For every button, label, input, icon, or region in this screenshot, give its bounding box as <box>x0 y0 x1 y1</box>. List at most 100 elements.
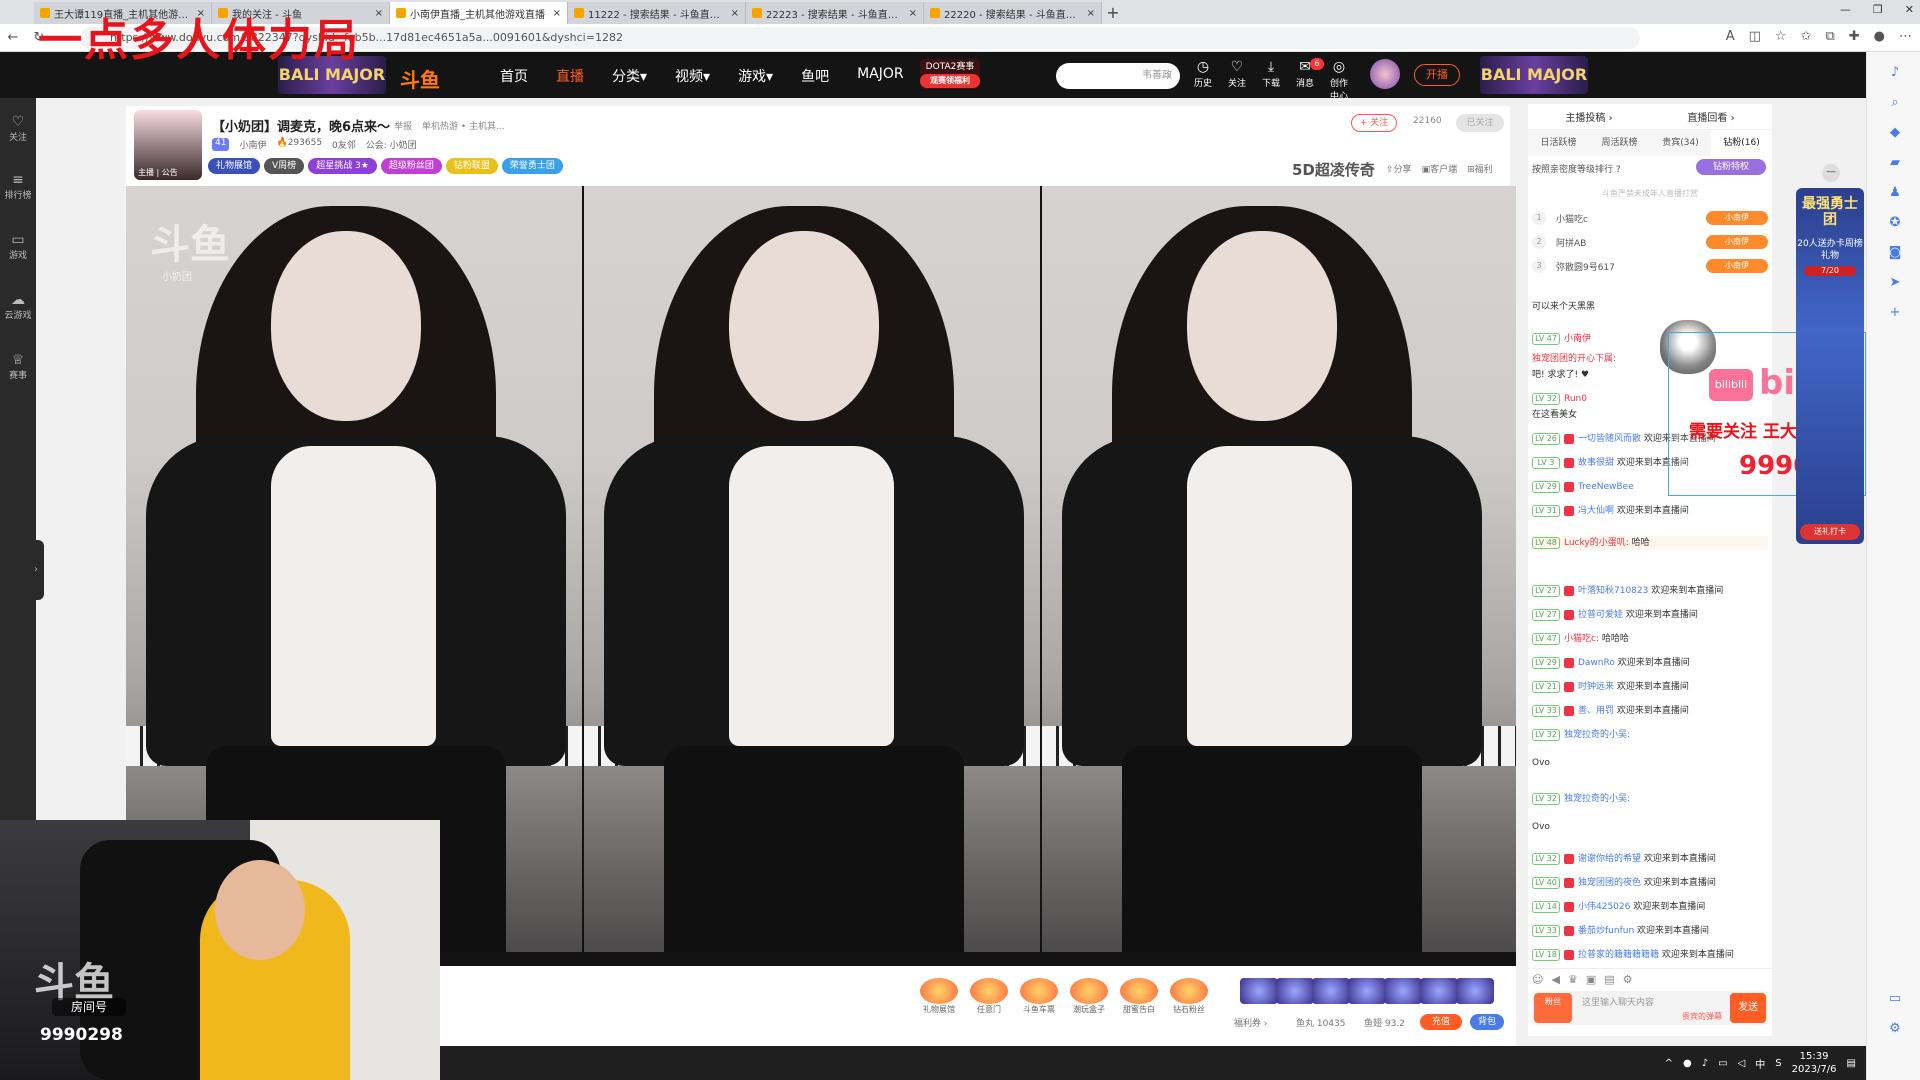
honor-warrior-badge[interactable]: 荣誉勇士团 <box>501 158 563 174</box>
close-icon[interactable]: × <box>553 8 561 19</box>
browser-tab-4[interactable]: 11222 - 搜索结果 - 斗鱼直播 - 斗鱼× <box>568 2 746 24</box>
gift-sweet-confession[interactable]: 甜蜜告白 <box>1120 978 1158 1015</box>
emoji-icon[interactable]: ☺ <box>1532 973 1543 986</box>
horn-icon[interactable]: ◀ <box>1551 973 1559 986</box>
gift-diamond-fan[interactable]: 钻石粉丝 <box>1170 978 1208 1015</box>
warrior-group-panel[interactable]: 最强勇士团 20人送办卡周榜礼物 7/20 送礼打卡 <box>1796 188 1864 544</box>
follow-button[interactable]: ♡ 关注 <box>1226 58 1248 102</box>
browser-tab-5[interactable]: 22223 - 搜索结果 - 斗鱼直播 - 斗鱼× <box>746 2 924 24</box>
profile-icon[interactable]: ● <box>1874 29 1885 44</box>
fan-badge[interactable]: 粉丝 <box>1534 993 1572 1023</box>
close-icon[interactable]: × <box>1087 8 1095 19</box>
nav-video[interactable]: 视频▾ <box>675 66 710 86</box>
taskbar-clock[interactable]: 15:39 2023/7/6 <box>1792 1050 1837 1076</box>
gear-icon[interactable]: ⚙ <box>1887 1022 1903 1036</box>
download-button[interactable]: ⤓ 下载 <box>1260 58 1282 102</box>
app-tray-icon[interactable]: ● <box>1683 1058 1692 1069</box>
user-avatar[interactable] <box>1370 59 1400 89</box>
input-method-icon[interactable]: S <box>1775 1058 1781 1069</box>
split-view-icon[interactable]: ◫ <box>1749 29 1761 44</box>
diamond-fan-badge[interactable]: 钻粉联盟 <box>445 158 498 174</box>
gift-item[interactable] <box>1420 978 1458 1004</box>
superstar-badge[interactable]: 超星挑战 3★ <box>308 158 377 174</box>
collections-icon[interactable]: ⧉ <box>1825 29 1834 44</box>
network-icon[interactable]: ▭ <box>1718 1058 1727 1069</box>
add-icon[interactable]: + <box>1887 306 1903 320</box>
nav-game[interactable]: 游戏▾ <box>738 66 773 86</box>
mic-icon[interactable]: ♪ <box>1702 1058 1708 1069</box>
color-icon[interactable]: ▤ <box>1604 973 1614 986</box>
browser-tab-6[interactable]: 22220 - 搜索结果 - 斗鱼直播 - 斗鱼× <box>924 2 1102 24</box>
report-link[interactable]: 举报 <box>394 119 412 132</box>
gift-item[interactable] <box>1384 978 1422 1004</box>
gift-item[interactable] <box>1276 978 1314 1004</box>
outlook-icon[interactable]: ◙ <box>1887 246 1903 260</box>
fan-club-badge[interactable]: 超级粉丝团 <box>380 158 442 174</box>
sidebar-item-cloud-game[interactable]: ☁ 云游戏 <box>0 292 36 321</box>
v-weekly-badge[interactable]: V周榜 <box>264 158 305 174</box>
room-category[interactable]: 单机热游 • 主机其... <box>422 119 505 132</box>
recharge-button[interactable]: 充值 <box>1420 1014 1462 1030</box>
minimize-icon[interactable]: — <box>1840 3 1851 16</box>
close-window-icon[interactable]: ✕ <box>1905 3 1914 16</box>
read-aloud-icon[interactable]: A <box>1726 29 1735 44</box>
gift-item[interactable] <box>1348 978 1386 1004</box>
send-gift-checkin-button[interactable]: 送礼打卡 <box>1800 524 1860 540</box>
maximize-icon[interactable]: ❐ <box>1873 3 1883 16</box>
client-button[interactable]: ▣客户端 <box>1422 162 1458 175</box>
gift-item[interactable] <box>1240 978 1278 1004</box>
extensions-icon[interactable]: ✚ <box>1849 29 1860 44</box>
nav-major[interactable]: MAJOR <box>857 66 904 86</box>
ime-language[interactable]: 中 <box>1755 1056 1765 1071</box>
tab-vip[interactable]: 贵宾(34) <box>1650 130 1711 156</box>
rank-row[interactable]: 2 阿拼AB 小南伊 <box>1532 232 1768 252</box>
send-icon[interactable]: ➤ <box>1887 276 1903 290</box>
send-button[interactable]: 发送 <box>1730 993 1766 1023</box>
close-icon[interactable]: × <box>909 8 917 19</box>
dota-event-button[interactable]: DOTA2赛事 观赛领福利 <box>920 59 980 89</box>
games-icon[interactable]: ✪ <box>1887 216 1903 230</box>
bell-icon[interactable]: ♪ <box>1887 66 1903 80</box>
douyu-logo[interactable]: 斗鱼 <box>400 64 440 93</box>
gift-item[interactable] <box>1312 978 1350 1004</box>
tab-weekly-active[interactable]: 周活跃榜 <box>1589 130 1650 156</box>
collapse-icon[interactable]: − <box>1822 164 1840 182</box>
chevron-up-icon[interactable]: ^ <box>1665 1058 1673 1069</box>
followed-button[interactable]: 已关注 <box>1456 114 1504 132</box>
sidebar-item-events[interactable]: ♕ 赛事 <box>0 352 36 381</box>
tab-daily-active[interactable]: 日活跃榜 <box>1528 130 1589 156</box>
favorite-star-icon[interactable]: ☆ <box>1775 29 1787 44</box>
chat-input[interactable]: 粉丝 这里输入聊天内容 贵宾的弹幕 发送 <box>1532 991 1768 1025</box>
nav-category[interactable]: 分类▾ <box>612 66 647 86</box>
room-guild[interactable]: 公会: 小奶团 <box>366 138 417 151</box>
fan-card-icon[interactable]: ♛ <box>1568 973 1578 986</box>
streamer-avatar[interactable]: 主播 | 公告 <box>134 110 202 180</box>
person-icon[interactable]: ♟ <box>1887 186 1903 200</box>
creator-center-button[interactable]: ◎ 创作中心 <box>1328 58 1350 102</box>
search-icon[interactable]: ⌕ <box>1166 63 1172 89</box>
sidebar-item-follow[interactable]: ♡ 关注 <box>0 114 36 143</box>
welfare-button[interactable]: ⊞福利 <box>1467 162 1493 175</box>
settings-icon[interactable]: ⚙ <box>1623 973 1633 986</box>
image-icon[interactable]: ▣ <box>1586 973 1596 986</box>
new-tab-button[interactable]: + <box>1102 2 1124 24</box>
diamond-privilege-button[interactable]: 钻粉特权 <box>1696 159 1766 175</box>
screen-icon[interactable]: ▭ <box>1887 992 1903 1006</box>
gift-item[interactable] <box>1456 978 1494 1004</box>
history-button[interactable]: ◷ 历史 <box>1192 58 1214 102</box>
close-icon[interactable]: × <box>375 8 383 19</box>
toolbox-icon[interactable]: ▰ <box>1887 156 1903 170</box>
search-input[interactable]: 韦善政 ⌕ <box>1056 63 1180 89</box>
major-banner-right[interactable]: BALI MAJOR <box>1480 56 1588 94</box>
tag-icon[interactable]: ◆ <box>1887 126 1903 140</box>
rank-row[interactable]: 3 弥散圆9号617 小南伊 <box>1532 256 1768 276</box>
favorites-icon[interactable]: ✩ <box>1801 29 1812 44</box>
gift-hall[interactable]: 礼物展馆 <box>920 978 958 1015</box>
rank-row[interactable]: 1 小猫吃c 小南伊 <box>1532 208 1768 228</box>
replay-link[interactable]: 直播回看 › <box>1687 109 1734 124</box>
volume-icon[interactable]: ◁ <box>1738 1058 1746 1069</box>
sidebar-item-rank[interactable]: ≡ 排行榜 <box>0 172 36 201</box>
streamer-posts-link[interactable]: 主播投稿 › <box>1565 109 1612 124</box>
close-icon[interactable]: × <box>731 8 739 19</box>
nav-live[interactable]: 直播 <box>556 66 584 86</box>
